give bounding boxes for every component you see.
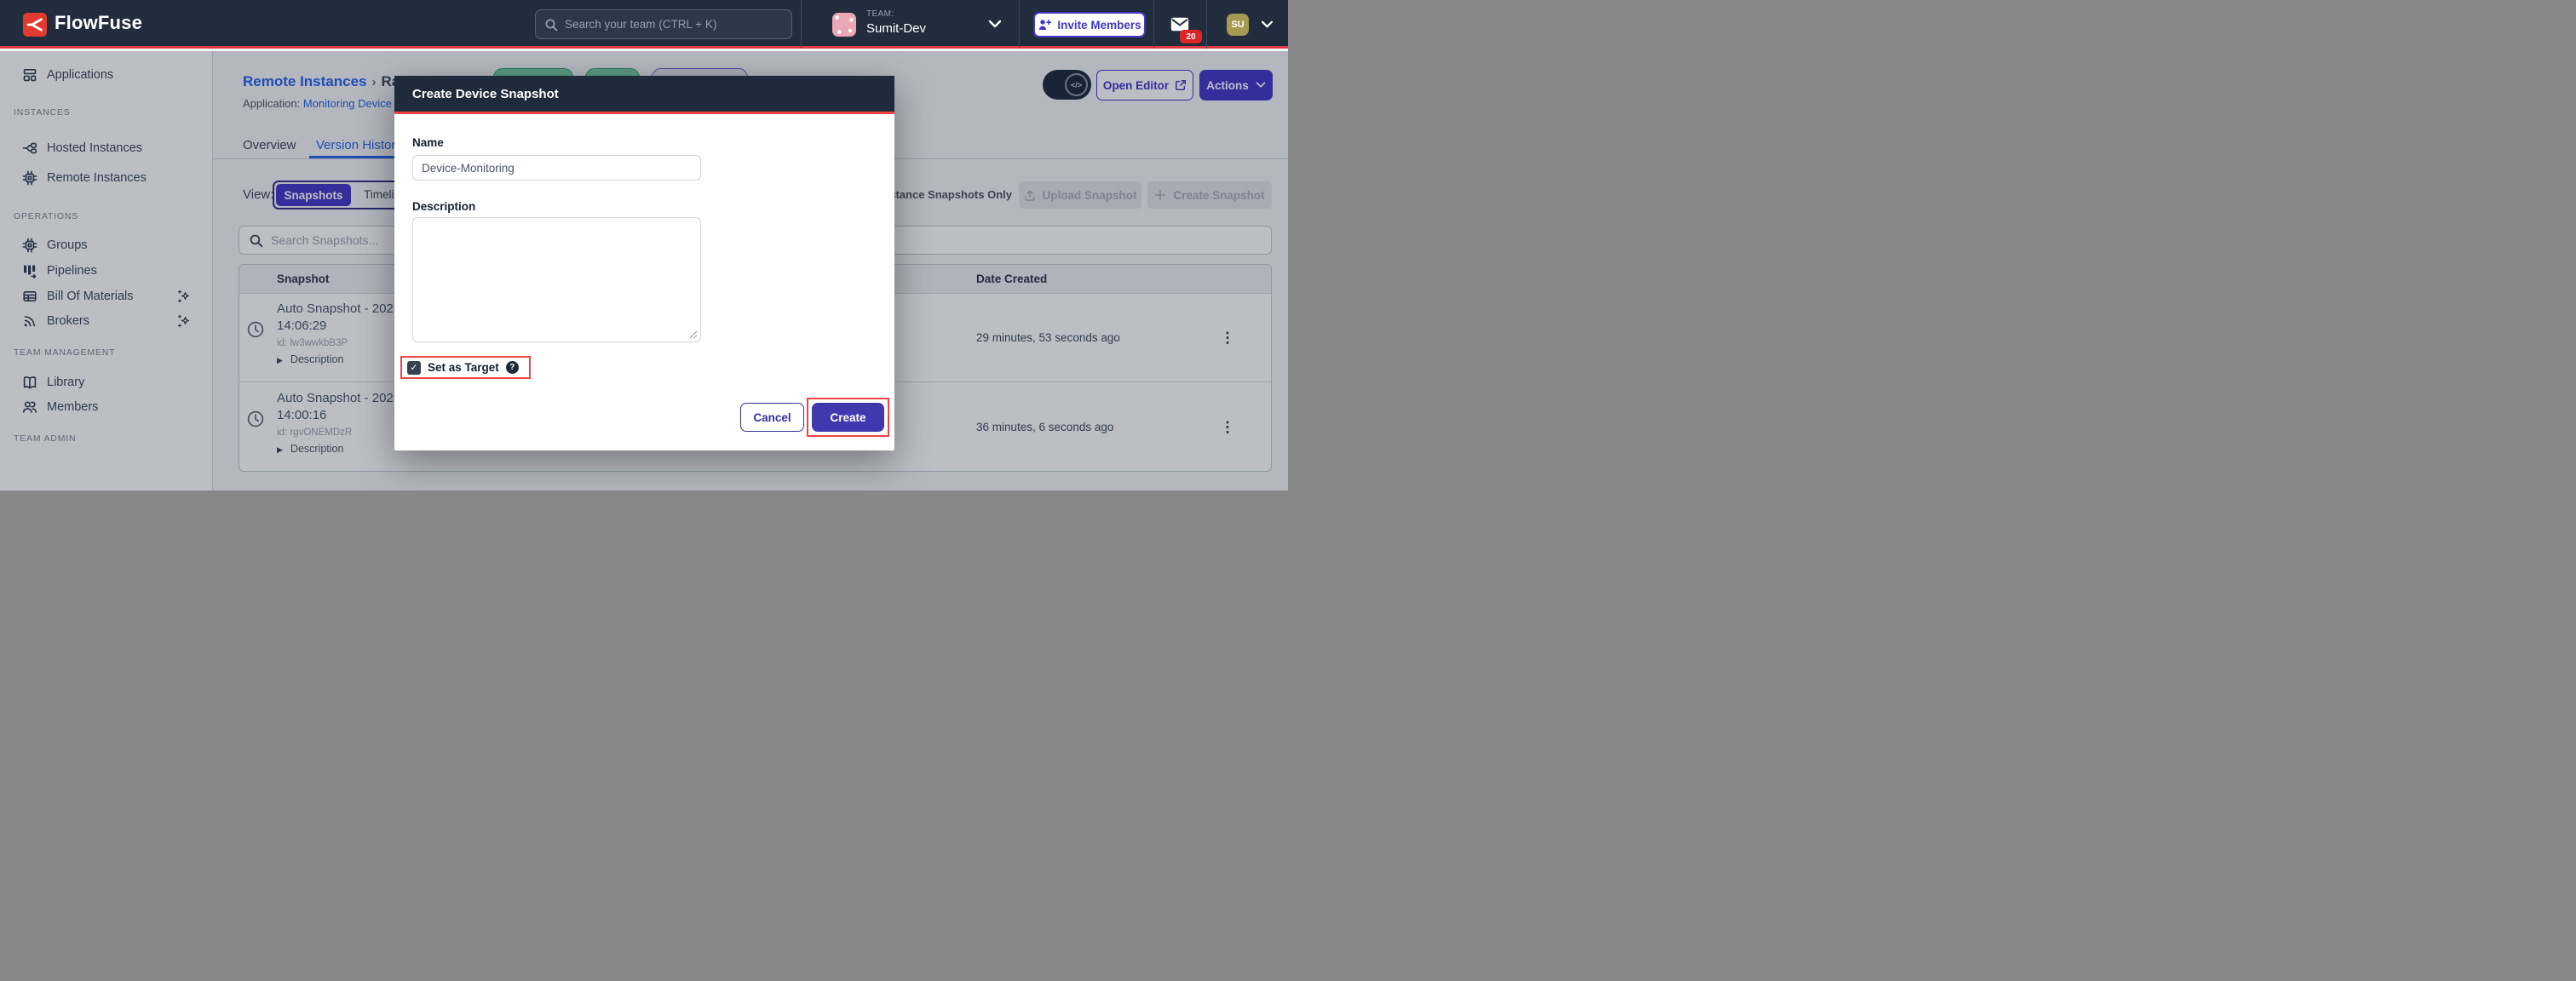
help-icon[interactable]: ? [506,361,519,374]
snapshot-name-input[interactable] [412,155,701,181]
modal-header: Create Device Snapshot [394,76,894,114]
team-search-input[interactable] [565,18,783,31]
notification-count-badge: 20 [1180,30,1202,43]
set-as-target-label: Set as Target [428,361,499,374]
user-avatar[interactable]: SU [1227,14,1249,36]
brand-name: FlowFuse [55,12,142,34]
flowfuse-app: FlowFuse TEAM: Sumit-Dev Invite Members … [0,0,1288,490]
flowfuse-logo-icon[interactable] [23,13,47,37]
navbar-divider [1019,0,1020,49]
snapshot-description-textarea[interactable] [412,217,701,342]
invite-members-button[interactable]: Invite Members [1033,12,1146,37]
team-search [535,9,792,39]
top-navbar: FlowFuse TEAM: Sumit-Dev Invite Members … [0,0,1288,49]
navbar-divider [801,0,802,49]
team-name[interactable]: Sumit-Dev [866,21,926,36]
set-as-target-highlight: ✓ Set as Target ? [400,356,531,379]
modal-title: Create Device Snapshot [412,87,559,101]
navbar-divider [1206,0,1207,49]
team-chevron-down-icon[interactable] [988,20,1002,29]
checkbox-checked-icon[interactable]: ✓ [407,361,421,375]
create-device-snapshot-modal: Create Device Snapshot Name Description … [394,76,894,450]
create-button[interactable]: Create [812,403,884,432]
search-icon [544,18,558,32]
invite-members-label: Invite Members [1057,19,1141,32]
user-menu-chevron-down-icon[interactable] [1261,20,1274,29]
cancel-button[interactable]: Cancel [740,403,804,432]
navbar-divider [1153,0,1154,49]
description-label: Description [412,200,475,213]
team-label: TEAM: [866,9,894,19]
modal-body: Name Description ✓ Set as Target ? Cance… [394,114,894,448]
team-avatar[interactable] [832,13,856,37]
resize-grip-icon[interactable] [689,330,698,339]
user-plus-icon [1038,18,1051,32]
name-label: Name [412,136,444,149]
